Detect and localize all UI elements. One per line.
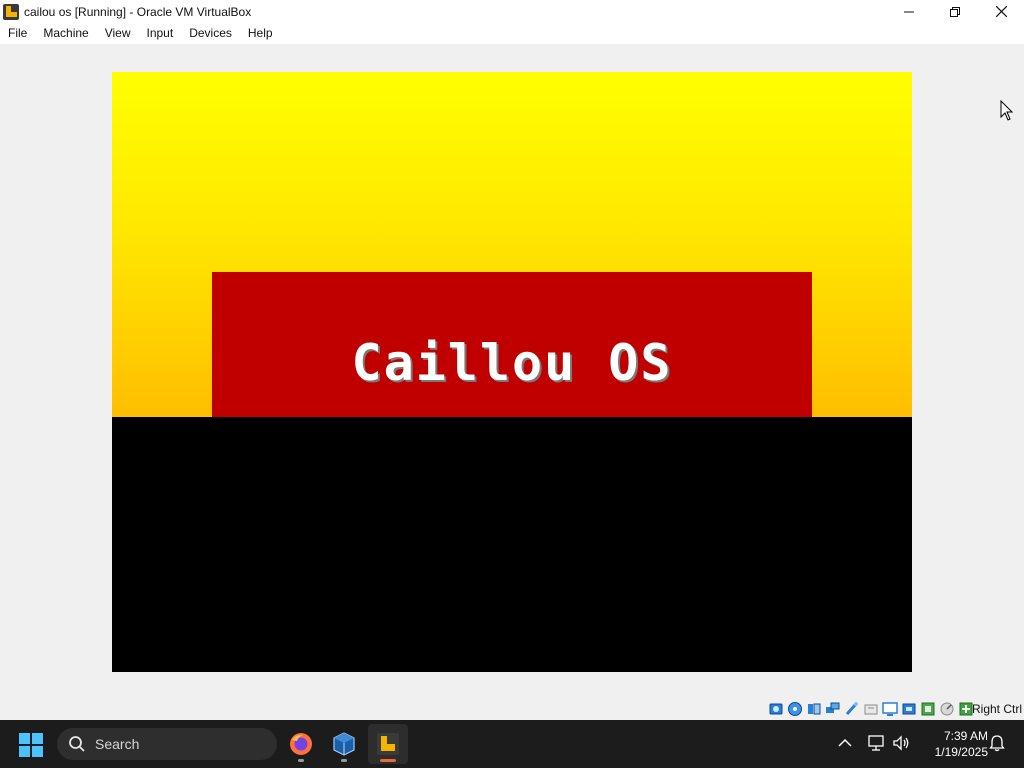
close-button[interactable]: [978, 0, 1024, 23]
menu-input[interactable]: Input: [139, 23, 182, 44]
recording-icon[interactable]: [920, 701, 936, 717]
network-icon[interactable]: [825, 701, 841, 717]
windows-start-icon[interactable]: [18, 732, 44, 758]
window-controls: [886, 0, 1024, 23]
taskbar-app-virtualbox[interactable]: [324, 724, 364, 764]
firefox-icon: [290, 733, 312, 755]
audio-icon[interactable]: [806, 701, 822, 717]
active-indicator: [380, 759, 396, 762]
vm-status-bar: Right Ctrl: [0, 698, 1024, 720]
search-label: Search: [95, 736, 140, 752]
menu-machine[interactable]: Machine: [35, 23, 96, 44]
running-indicator: [341, 759, 347, 762]
vm-screen[interactable]: Caillou OS: [112, 72, 912, 672]
virtualbox-vm-icon: [3, 3, 19, 20]
virtualbox-icon: [333, 732, 355, 756]
host-key-label[interactable]: Right Ctrl: [972, 702, 1022, 716]
cpu-icon[interactable]: [939, 701, 955, 717]
search-icon: [69, 736, 85, 752]
clock-date: 1/19/2025: [934, 745, 988, 759]
menu-devices[interactable]: Devices: [181, 23, 240, 44]
taskbar-app-caillou-os-vm[interactable]: [368, 724, 408, 764]
vm-display-area: Caillou OS: [0, 44, 1024, 698]
vm-ground: [112, 417, 912, 672]
minimize-button[interactable]: [886, 0, 932, 23]
menu-file[interactable]: File: [0, 23, 35, 44]
system-clock[interactable]: 7:39 AM 1/19/2025: [918, 728, 988, 760]
notification-bell-icon[interactable]: [988, 734, 1006, 752]
menu-view[interactable]: View: [97, 23, 139, 44]
window-title: cailou os [Running] - Oracle VM VirtualB…: [24, 4, 252, 19]
shared-folders-icon[interactable]: [863, 701, 879, 717]
restore-icon: [950, 6, 960, 17]
close-icon: [995, 6, 1007, 17]
hard-disk-icon[interactable]: [768, 701, 784, 717]
taskbar-app-firefox[interactable]: [281, 724, 321, 764]
display-icon[interactable]: [882, 701, 898, 717]
status-icons: [768, 701, 974, 717]
running-indicator: [298, 759, 304, 762]
taskbar-search[interactable]: Search: [57, 728, 277, 760]
taskbar: Search 7:39 AM 1/19/2025: [0, 720, 1024, 768]
usb-icon[interactable]: [844, 701, 860, 717]
title-bar: cailou os [Running] - Oracle VM VirtualB…: [0, 0, 1024, 23]
maximize-button[interactable]: [932, 0, 978, 23]
caillou-os-vm-icon: [377, 733, 399, 755]
menu-help[interactable]: Help: [240, 23, 281, 44]
volume-icon[interactable]: [891, 733, 911, 753]
chevron-up-icon[interactable]: [836, 734, 854, 752]
vm-os-title: Caillou OS: [351, 334, 673, 392]
clock-time: 7:39 AM: [943, 729, 988, 743]
network-status-icon[interactable]: [866, 733, 886, 753]
optical-drive-icon[interactable]: [787, 701, 803, 717]
minimize-icon: [904, 11, 914, 12]
menu-bar: File Machine View Input Devices Help: [0, 23, 1024, 44]
mouse-cursor-icon: [1000, 100, 1014, 121]
video-capture-icon[interactable]: [901, 701, 917, 717]
